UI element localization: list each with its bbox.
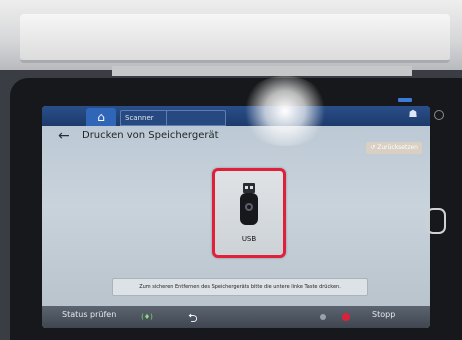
tab-bar: ⌂ Scanner ☗ — [42, 106, 430, 126]
tab-other[interactable] — [166, 110, 226, 126]
notice-message: Zum sicheren Entfernen des Speichergerät… — [112, 278, 368, 296]
pause-icon[interactable] — [320, 314, 326, 320]
energy-save-icon[interactable]: (♦) — [138, 310, 156, 324]
usb-drive-icon — [240, 183, 258, 225]
reset-button[interactable]: ↺ Zurücksetzen — [366, 142, 422, 154]
usb-label: USB — [241, 235, 257, 243]
reset-icon: ↺ — [370, 144, 376, 151]
hardware-home-button[interactable] — [426, 208, 446, 234]
usb-device-button[interactable]: USB — [212, 168, 286, 258]
reset-label: Zurücksetzen — [377, 144, 418, 151]
stop-indicator-icon — [342, 313, 350, 321]
return-icon[interactable]: ⮌ — [188, 309, 198, 328]
tab-scanner[interactable]: Scanner — [120, 110, 170, 126]
touch-screen: ⌂ Scanner ☗ ← Drucken von Speichergerät … — [42, 106, 430, 328]
printer-body — [0, 0, 462, 70]
bottom-bar: Status prüfen (♦) ⮌ Stopp — [42, 306, 430, 328]
stop-button[interactable]: Stopp — [372, 310, 395, 319]
home-icon[interactable]: ⌂ — [86, 108, 116, 126]
notification-icon[interactable]: ☗ — [406, 108, 420, 122]
power-icon[interactable] — [434, 110, 444, 120]
printer-lid — [20, 14, 450, 63]
page-title: Drucken von Speichergerät — [82, 130, 219, 141]
status-led — [398, 98, 412, 102]
status-check-button[interactable]: Status prüfen — [62, 310, 116, 319]
paper-slot — [112, 66, 412, 76]
back-arrow-icon[interactable]: ← — [58, 128, 78, 144]
